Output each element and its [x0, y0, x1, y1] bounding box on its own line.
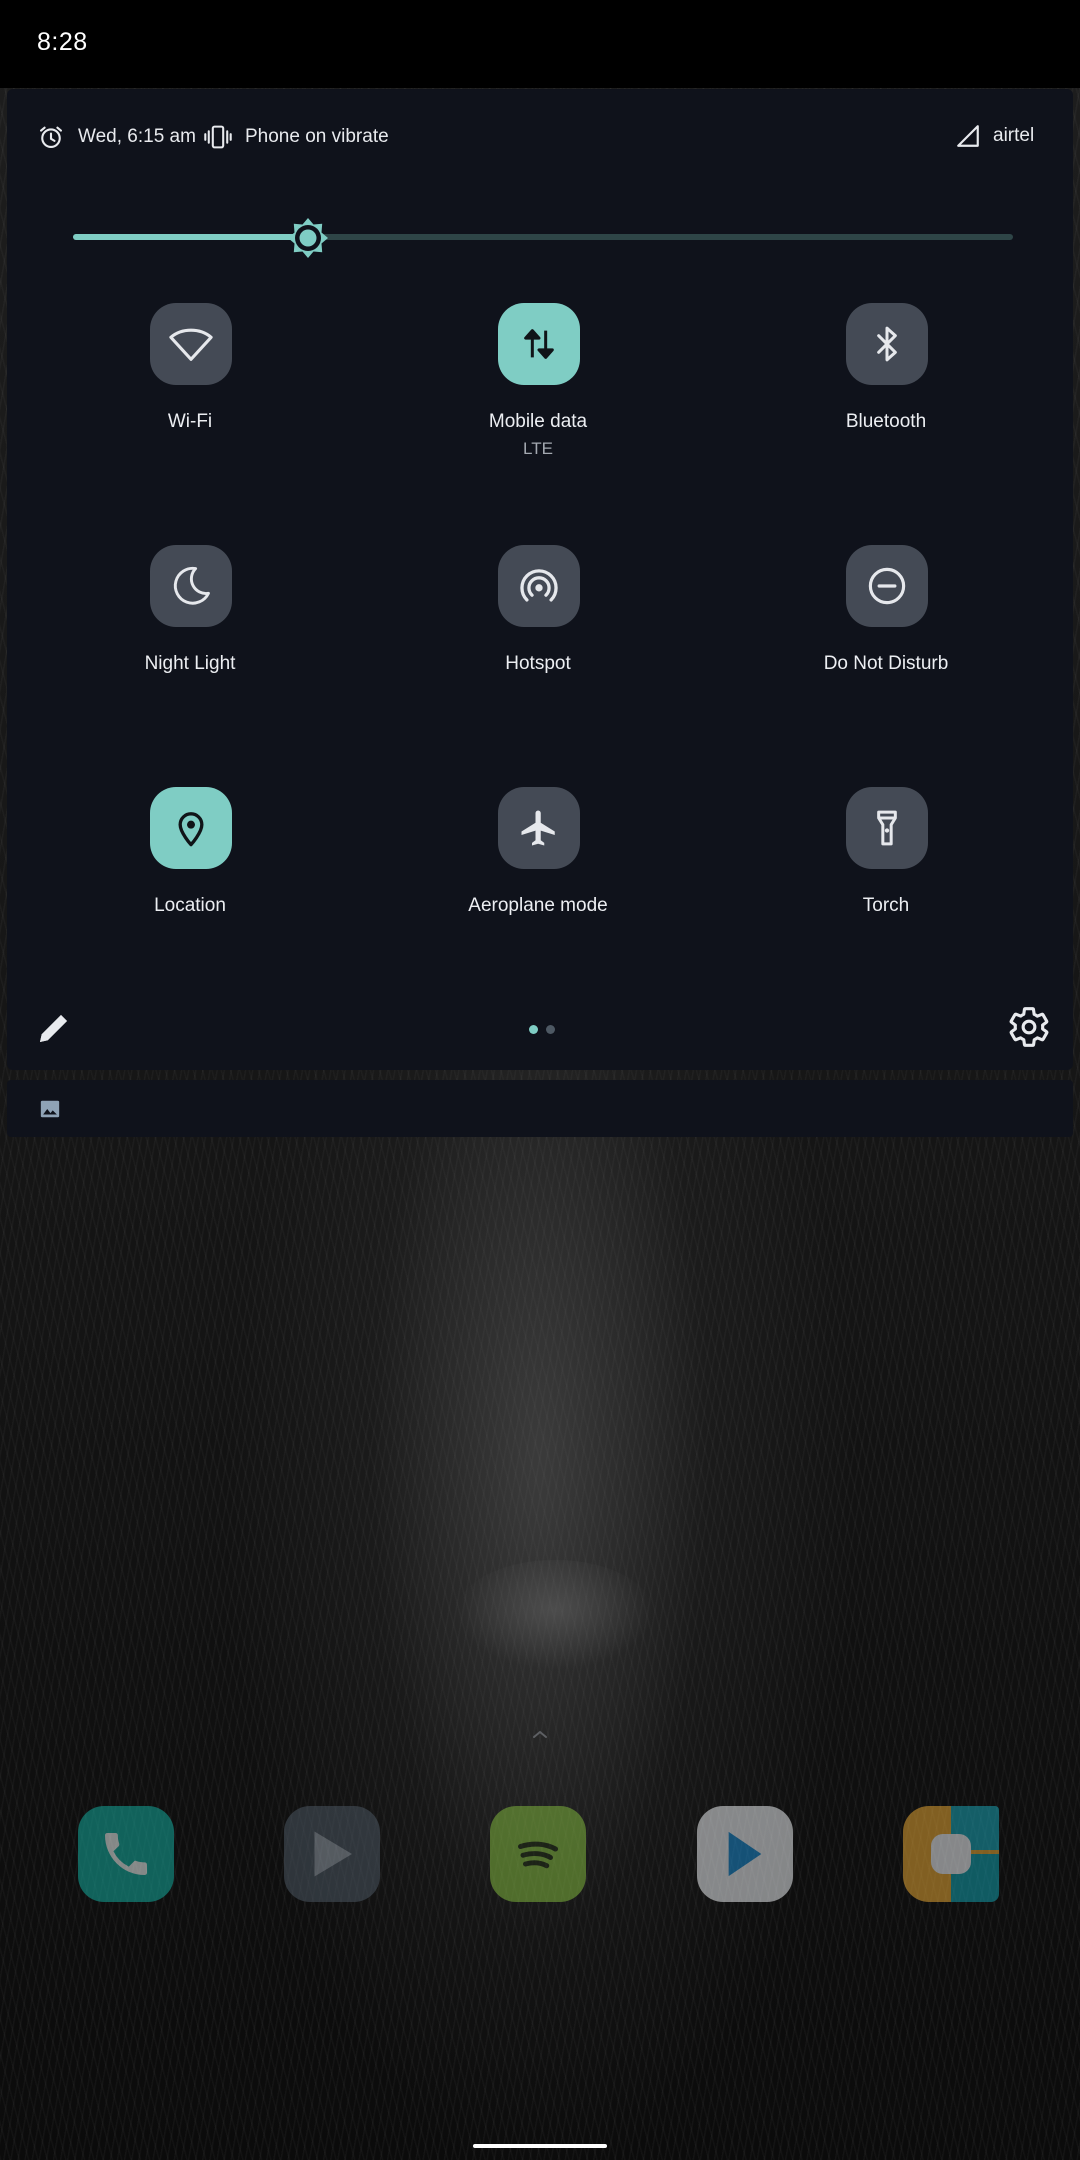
- dock-play-store[interactable]: [697, 1806, 793, 1902]
- status-clock: 8:28: [37, 28, 88, 56]
- tile-do-not-disturb-label: Do Not Disturb: [823, 653, 949, 674]
- chevron-up-icon: [533, 1730, 547, 1738]
- tile-aeroplane-mode[interactable]: Aeroplane mode: [388, 787, 688, 987]
- page-indicator: [525, 1021, 559, 1034]
- tile-wifi[interactable]: Wi-Fi: [40, 303, 340, 503]
- gear-icon: [1009, 1007, 1049, 1047]
- wallpaper-detail: [455, 1560, 655, 1670]
- ringer-text: Phone on vibrate: [245, 126, 389, 147]
- status-bar: 8:28: [0, 0, 1080, 88]
- tile-night-light[interactable]: Night Light: [40, 545, 340, 745]
- brightness-thumb[interactable]: [286, 216, 330, 260]
- play-store-icon: [728, 1831, 762, 1877]
- settings-button[interactable]: [1007, 1005, 1051, 1049]
- location-icon: [178, 812, 204, 847]
- tile-mobile-data[interactable]: Mobile data LTE: [388, 303, 688, 503]
- brightness-fill: [73, 234, 308, 240]
- tile-location-button[interactable]: [150, 787, 232, 869]
- tile-mobile-data-button[interactable]: [498, 303, 580, 385]
- tile-night-light-label: Night Light: [144, 653, 236, 674]
- tile-hotspot-label: Hotspot: [505, 653, 571, 674]
- home-gesture-bar[interactable]: [473, 2144, 607, 2148]
- spotify-icon: [518, 1841, 558, 1869]
- dock-play-movies[interactable]: [284, 1806, 380, 1902]
- dock-drive[interactable]: [903, 1806, 999, 1902]
- brightness-icon: [288, 218, 328, 258]
- vibrate-icon: [204, 125, 232, 149]
- torch-icon: [877, 810, 897, 846]
- tile-aeroplane-mode-label: Aeroplane mode: [468, 895, 608, 916]
- tile-bluetooth-button[interactable]: [846, 303, 928, 385]
- brightness-slider[interactable]: [73, 216, 1013, 258]
- dock-spotify[interactable]: [490, 1806, 586, 1902]
- tile-torch-button[interactable]: [846, 787, 928, 869]
- page-dot: [529, 1025, 538, 1034]
- tile-hotspot[interactable]: Hotspot: [388, 545, 688, 745]
- tile-do-not-disturb-button[interactable]: [846, 545, 928, 627]
- alarm-icon: [40, 126, 62, 148]
- tile-bluetooth-label: Bluetooth: [845, 411, 927, 432]
- play-movies-icon: [314, 1831, 352, 1877]
- mobile-data-icon: [524, 329, 554, 359]
- ringer-mode[interactable]: Phone on vibrate: [203, 123, 389, 151]
- tile-torch[interactable]: Torch: [736, 787, 1036, 987]
- tile-location-label: Location: [154, 895, 226, 916]
- alarm-text: Wed, 6:15 am: [78, 126, 196, 147]
- quick-settings-panel: Wed, 6:15 am Phone on vibrate airtel Wi-…: [7, 89, 1073, 1070]
- quick-settings-header: Wed, 6:15 am Phone on vibrate airtel: [7, 89, 1073, 179]
- tile-mobile-data-label: Mobile data: [488, 411, 588, 432]
- cell-signal-icon: [957, 125, 979, 147]
- pencil-icon: [40, 1014, 68, 1042]
- wifi-icon: [169, 328, 213, 361]
- next-alarm[interactable]: Wed, 6:15 am: [37, 123, 196, 151]
- hotspot-icon: [520, 569, 558, 602]
- aeroplane-icon: [521, 810, 555, 846]
- image-icon: [40, 1100, 60, 1118]
- tile-wifi-label: Wi-Fi: [167, 411, 213, 432]
- edit-tiles-button[interactable]: [33, 1007, 75, 1049]
- phone-app-icon: [105, 1833, 147, 1875]
- do-not-disturb-icon: [868, 567, 906, 605]
- tile-location[interactable]: Location: [40, 787, 340, 987]
- tile-aeroplane-mode-button[interactable]: [498, 787, 580, 869]
- tile-torch-label: Torch: [862, 895, 910, 916]
- tile-bluetooth[interactable]: Bluetooth: [736, 303, 1036, 503]
- tile-night-light-button[interactable]: [150, 545, 232, 627]
- bluetooth-icon: [877, 326, 897, 362]
- page-dot: [546, 1025, 555, 1034]
- carrier-info: airtel: [955, 123, 1034, 149]
- tile-hotspot-button[interactable]: [498, 545, 580, 627]
- notification-screenshot[interactable]: [7, 1080, 1073, 1137]
- drive-icon: [931, 1806, 999, 1902]
- night-light-icon: [173, 566, 210, 605]
- tile-wifi-button[interactable]: [150, 303, 232, 385]
- app-drawer-handle[interactable]: [528, 1724, 552, 1744]
- dock-phone[interactable]: [78, 1806, 174, 1902]
- carrier-name: airtel: [993, 125, 1035, 146]
- tile-mobile-data-sub: LTE: [523, 439, 553, 458]
- tile-do-not-disturb[interactable]: Do Not Disturb: [736, 545, 1036, 745]
